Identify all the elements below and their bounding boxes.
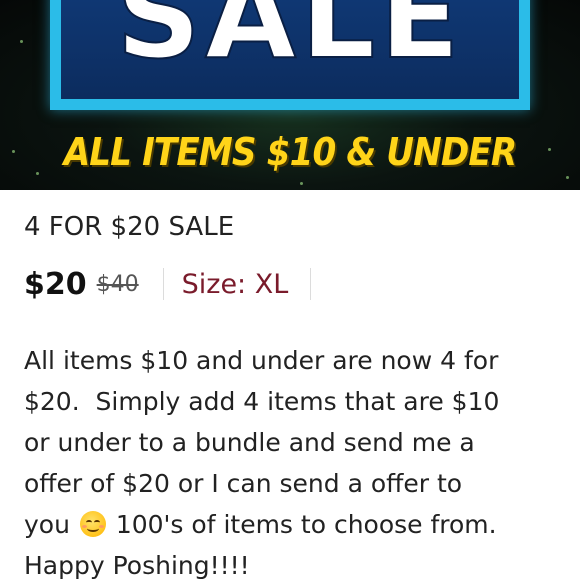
original-price: $40 <box>96 271 139 297</box>
description-line: you <box>24 510 70 539</box>
listing-cover-image[interactable]: SALE ALL ITEMS $10 & UNDER <box>0 0 580 190</box>
description-line: All items $10 and under are now 4 for <box>24 346 499 375</box>
description-line: or under to a bundle and send me a <box>24 428 475 457</box>
divider <box>310 268 312 300</box>
price-row: $20 $40 Size: XL <box>24 262 312 306</box>
sale-tagline: ALL ITEMS $10 & UNDER <box>63 130 517 174</box>
sparkle <box>566 176 569 179</box>
divider <box>162 268 164 300</box>
smiling-face-icon <box>79 511 106 537</box>
current-price: $20 <box>24 266 87 302</box>
sale-headline: SALE <box>115 0 465 85</box>
sale-sign-frame: SALE <box>50 0 530 110</box>
sparkle <box>300 182 303 185</box>
description-line: 100's of items to choose from. <box>115 510 497 539</box>
sparkle <box>20 40 23 43</box>
description-line: $20. Simply add 4 items that are $10 <box>24 387 500 416</box>
listing-description: All items $10 and under are now 4 for $2… <box>24 340 564 580</box>
sparkle <box>12 150 15 153</box>
listing-title: 4 FOR $20 SALE <box>24 212 235 242</box>
size-label[interactable]: Size: XL <box>182 269 289 300</box>
description-line: Happy Poshing!!!! <box>24 551 250 580</box>
description-line: offer of $20 or I can send a offer to <box>24 469 463 498</box>
listing-page: SALE ALL ITEMS $10 & UNDER 4 FOR $20 SAL… <box>0 0 580 580</box>
